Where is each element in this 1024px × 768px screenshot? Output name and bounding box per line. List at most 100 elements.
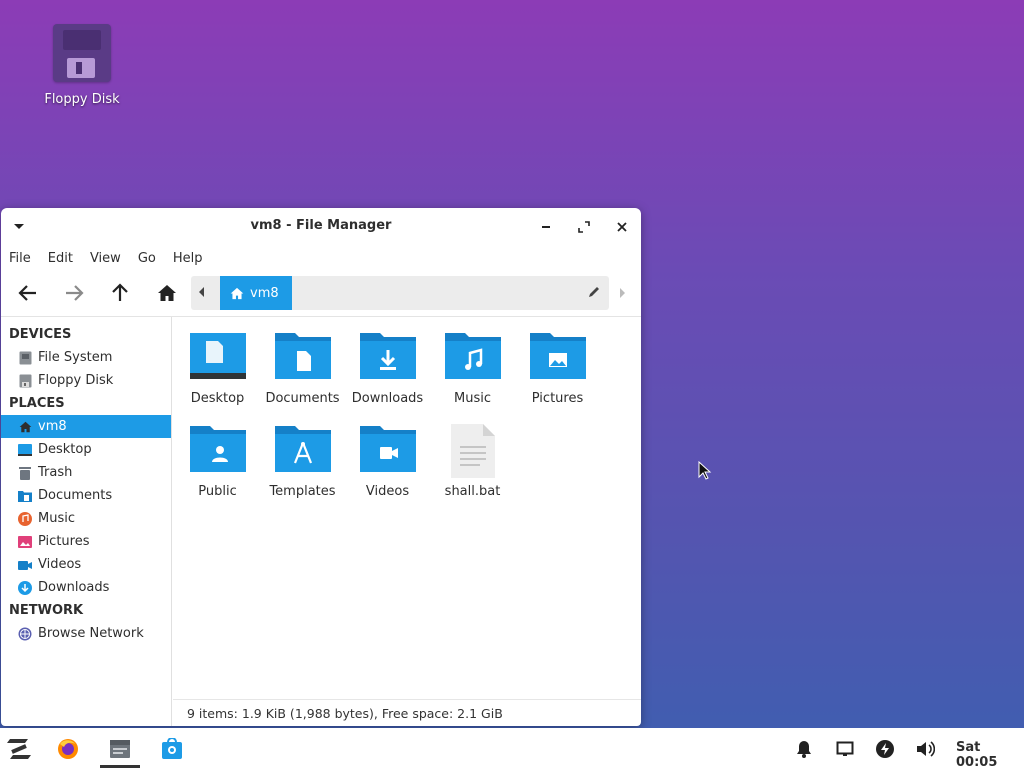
sidebar-item-music[interactable]: Music	[1, 507, 171, 530]
toolbar: vm8	[1, 272, 641, 312]
window-body: DEVICES File System Floppy Disk PLACES v…	[1, 316, 641, 726]
documents-icon	[18, 489, 32, 503]
floppy-disk-icon	[53, 24, 111, 82]
home-icon	[18, 420, 32, 434]
file-name: Downloads	[351, 391, 424, 406]
downloads-folder-icon	[359, 333, 416, 379]
up-button[interactable]	[107, 280, 133, 306]
file-name: Music	[454, 391, 491, 406]
title-bar[interactable]: vm8 - File Manager	[1, 208, 641, 244]
status-bar: 9 items: 1.9 KiB (1,988 bytes), Free spa…	[173, 699, 641, 726]
sidebar-item-label: Music	[38, 511, 75, 526]
menu-bar: File Edit View Go Help	[1, 244, 641, 272]
start-menu-button[interactable]	[6, 736, 32, 762]
videos-folder-icon	[359, 426, 416, 472]
pictures-icon	[18, 535, 32, 549]
display-button[interactable]	[832, 736, 858, 762]
templates-folder-icon	[274, 426, 331, 472]
sidebar-item-file-system[interactable]: File System	[1, 346, 171, 369]
file-name: Templates	[269, 484, 336, 499]
sidebar-heading-devices: DEVICES	[9, 327, 72, 342]
clock[interactable]: Sat 00:05	[956, 740, 1024, 768]
menu-help[interactable]: Help	[173, 251, 203, 266]
sidebar-item-pictures[interactable]: Pictures	[1, 530, 171, 553]
documents-folder-icon	[274, 333, 331, 379]
sidebar-item-label: Documents	[38, 488, 113, 503]
desktop-icon-floppy-disk[interactable]: Floppy Disk	[38, 24, 126, 107]
menu-view[interactable]: View	[90, 251, 121, 266]
file-name: Pictures	[531, 391, 584, 406]
back-button[interactable]	[15, 280, 41, 306]
path-bar: vm8	[191, 276, 609, 310]
file-item-videos[interactable]: Videos	[345, 422, 430, 515]
maximize-button[interactable]	[575, 218, 593, 236]
notifications-button[interactable]	[791, 736, 817, 762]
text-file-icon	[450, 424, 495, 478]
edit-location-button[interactable]	[587, 285, 601, 303]
power-icon	[876, 740, 894, 758]
arrow-up-icon	[112, 283, 128, 301]
home-button[interactable]	[154, 280, 180, 306]
menu-file[interactable]: File	[9, 251, 31, 266]
trash-icon	[18, 466, 32, 480]
file-item-shall-bat[interactable]: shall.bat	[430, 422, 515, 515]
close-button[interactable]	[613, 218, 631, 236]
maximize-icon	[578, 221, 590, 233]
file-item-public[interactable]: Public	[175, 422, 260, 515]
sidebar-item-desktop[interactable]: Desktop	[1, 438, 171, 461]
taskbar: Sat 00:05	[0, 728, 1024, 768]
music-icon	[18, 511, 32, 526]
firefox-launcher[interactable]	[55, 736, 81, 762]
file-item-downloads[interactable]: Downloads	[345, 329, 430, 422]
pencil-icon	[589, 287, 599, 297]
volume-button[interactable]	[912, 736, 938, 762]
file-name: shall.bat	[444, 484, 501, 499]
sidebar-item-floppy-disk[interactable]: Floppy Disk	[1, 369, 171, 392]
sidebar-item-vm8[interactable]: vm8	[1, 415, 171, 438]
pictures-folder-icon	[529, 333, 586, 379]
file-name: Videos	[365, 484, 410, 499]
file-name: Public	[198, 484, 237, 499]
file-item-pictures[interactable]: Pictures	[515, 329, 600, 422]
file-item-desktop[interactable]: Desktop	[175, 329, 260, 422]
path-scroll-left-icon[interactable]	[199, 287, 204, 297]
videos-icon	[18, 558, 32, 572]
desktop-icon-label: Floppy Disk	[44, 92, 120, 107]
software-store-icon	[162, 738, 182, 759]
file-grid: Desktop Documents Downloads Music Pictur…	[175, 329, 600, 515]
desktop-icon	[18, 443, 32, 457]
sidebar-item-downloads[interactable]: Downloads	[1, 576, 171, 599]
sidebar-item-browse-network[interactable]: Browse Network	[1, 622, 171, 645]
file-manager-window: vm8 - File Manager File Edit View Go Hel…	[1, 208, 641, 726]
menu-go[interactable]: Go	[138, 251, 156, 266]
file-item-documents[interactable]: Documents	[260, 329, 345, 422]
home-icon	[230, 287, 244, 299]
sidebar-item-documents[interactable]: Documents	[1, 484, 171, 507]
sidebar: DEVICES File System Floppy Disk PLACES v…	[1, 317, 172, 726]
home-icon	[158, 285, 176, 301]
sidebar-item-trash[interactable]: Trash	[1, 461, 171, 484]
breadcrumb-vm8[interactable]: vm8	[220, 276, 292, 310]
sidebar-heading-places: PLACES	[9, 396, 65, 411]
sidebar-item-label: Pictures	[38, 534, 90, 549]
file-item-templates[interactable]: Templates	[260, 422, 345, 515]
public-folder-icon	[189, 426, 246, 472]
files-launcher[interactable]	[107, 736, 133, 762]
path-scroll-right-icon[interactable]	[620, 288, 625, 298]
minimize-icon	[542, 226, 550, 228]
minimize-button[interactable]	[537, 218, 555, 236]
arrow-right-icon	[66, 285, 84, 301]
forward-button[interactable]	[61, 280, 87, 306]
power-button[interactable]	[872, 736, 898, 762]
menu-edit[interactable]: Edit	[48, 251, 73, 266]
desktop-folder-icon	[189, 333, 246, 379]
sidebar-item-label: vm8	[38, 419, 67, 434]
sidebar-item-videos[interactable]: Videos	[1, 553, 171, 576]
software-store-launcher[interactable]	[159, 736, 185, 762]
close-icon	[617, 222, 627, 232]
volume-icon	[917, 741, 935, 757]
file-view[interactable]: Desktop Documents Downloads Music Pictur…	[173, 317, 641, 726]
sidebar-item-label: File System	[38, 350, 113, 365]
file-item-music[interactable]: Music	[430, 329, 515, 422]
sidebar-item-label: Trash	[38, 465, 73, 480]
